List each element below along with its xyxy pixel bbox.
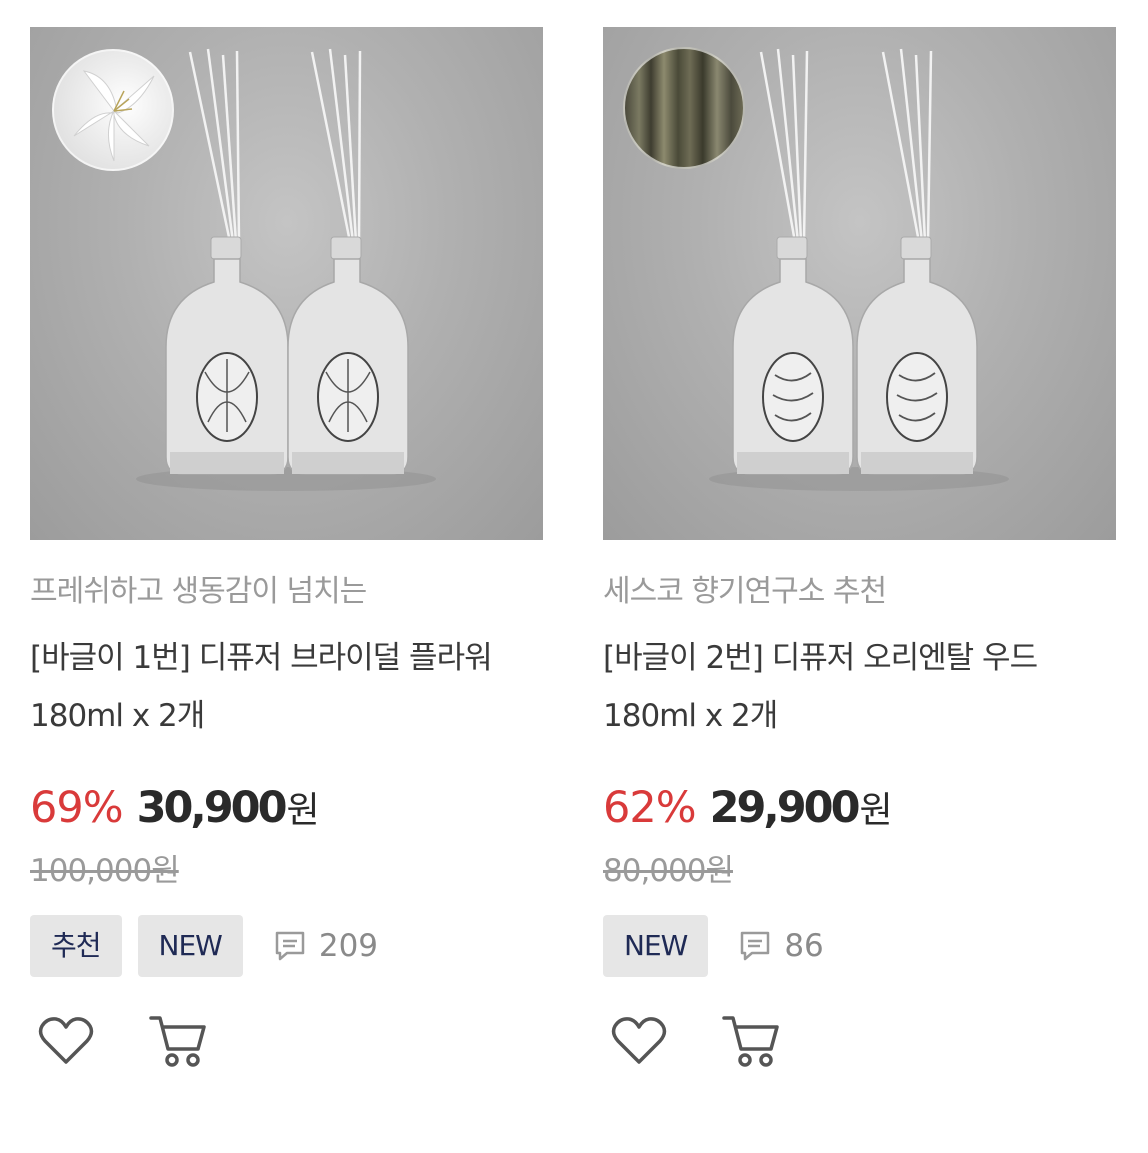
review-count-value: 209 (318, 928, 379, 964)
product-card[interactable]: 세스코 향기연구소 추천 [바글이 2번] 디퓨저 오리엔탈 우드 180ml … (603, 27, 1116, 1071)
action-row (30, 1011, 543, 1071)
review-count[interactable]: 209 (273, 928, 378, 964)
review-count-value: 86 (784, 928, 824, 964)
product-image[interactable] (30, 27, 543, 540)
product-card[interactable]: 프레쉬하고 생동감이 넘치는 [바글이 1번] 디퓨저 브라이덜 플라워 180… (30, 27, 543, 1071)
tag-row: NEW 86 (603, 915, 1116, 977)
currency-unit: 원 (286, 790, 320, 831)
sale-price: 29,900 (709, 783, 861, 833)
action-row (603, 1011, 1116, 1071)
price-row: 62% 29,900 원 (603, 781, 1116, 837)
heart-icon[interactable] (38, 1016, 94, 1066)
scent-swatch-forest (623, 47, 745, 169)
review-count[interactable]: 86 (738, 928, 824, 964)
product-subtitle: 세스코 향기연구소 추천 (603, 574, 887, 609)
sale-price: 30,900 (136, 783, 288, 833)
tag-row: 추천 NEW 209 (30, 915, 543, 977)
tag-recommend: 추천 (30, 915, 122, 977)
scent-swatch-lily (52, 49, 174, 171)
product-subtitle: 프레쉬하고 생동감이 넘치는 (30, 574, 367, 609)
tag-new: NEW (603, 915, 709, 977)
original-price: 100,000원 (30, 853, 180, 889)
product-title[interactable]: [바글이 2번] 디퓨저 오리엔탈 우드 180ml x 2개 (603, 629, 1116, 745)
product-title[interactable]: [바글이 1번] 디퓨저 브라이덜 플라워 180ml x 2개 (30, 629, 543, 745)
product-grid: 프레쉬하고 생동감이 넘치는 [바글이 1번] 디퓨저 브라이덜 플라워 180… (0, 0, 1148, 1153)
original-price: 80,000원 (603, 853, 734, 889)
discount-rate: 62% (603, 783, 697, 833)
tag-new: NEW (137, 915, 243, 977)
price-row: 69% 30,900 원 (30, 781, 543, 837)
discount-rate: 69% (30, 783, 124, 833)
cart-icon[interactable] (148, 1013, 208, 1069)
comment-icon (275, 931, 305, 961)
cart-icon[interactable] (721, 1013, 781, 1069)
heart-icon[interactable] (611, 1016, 667, 1066)
currency-unit: 원 (859, 790, 893, 831)
product-image[interactable] (603, 27, 1116, 540)
comment-icon (741, 931, 770, 961)
